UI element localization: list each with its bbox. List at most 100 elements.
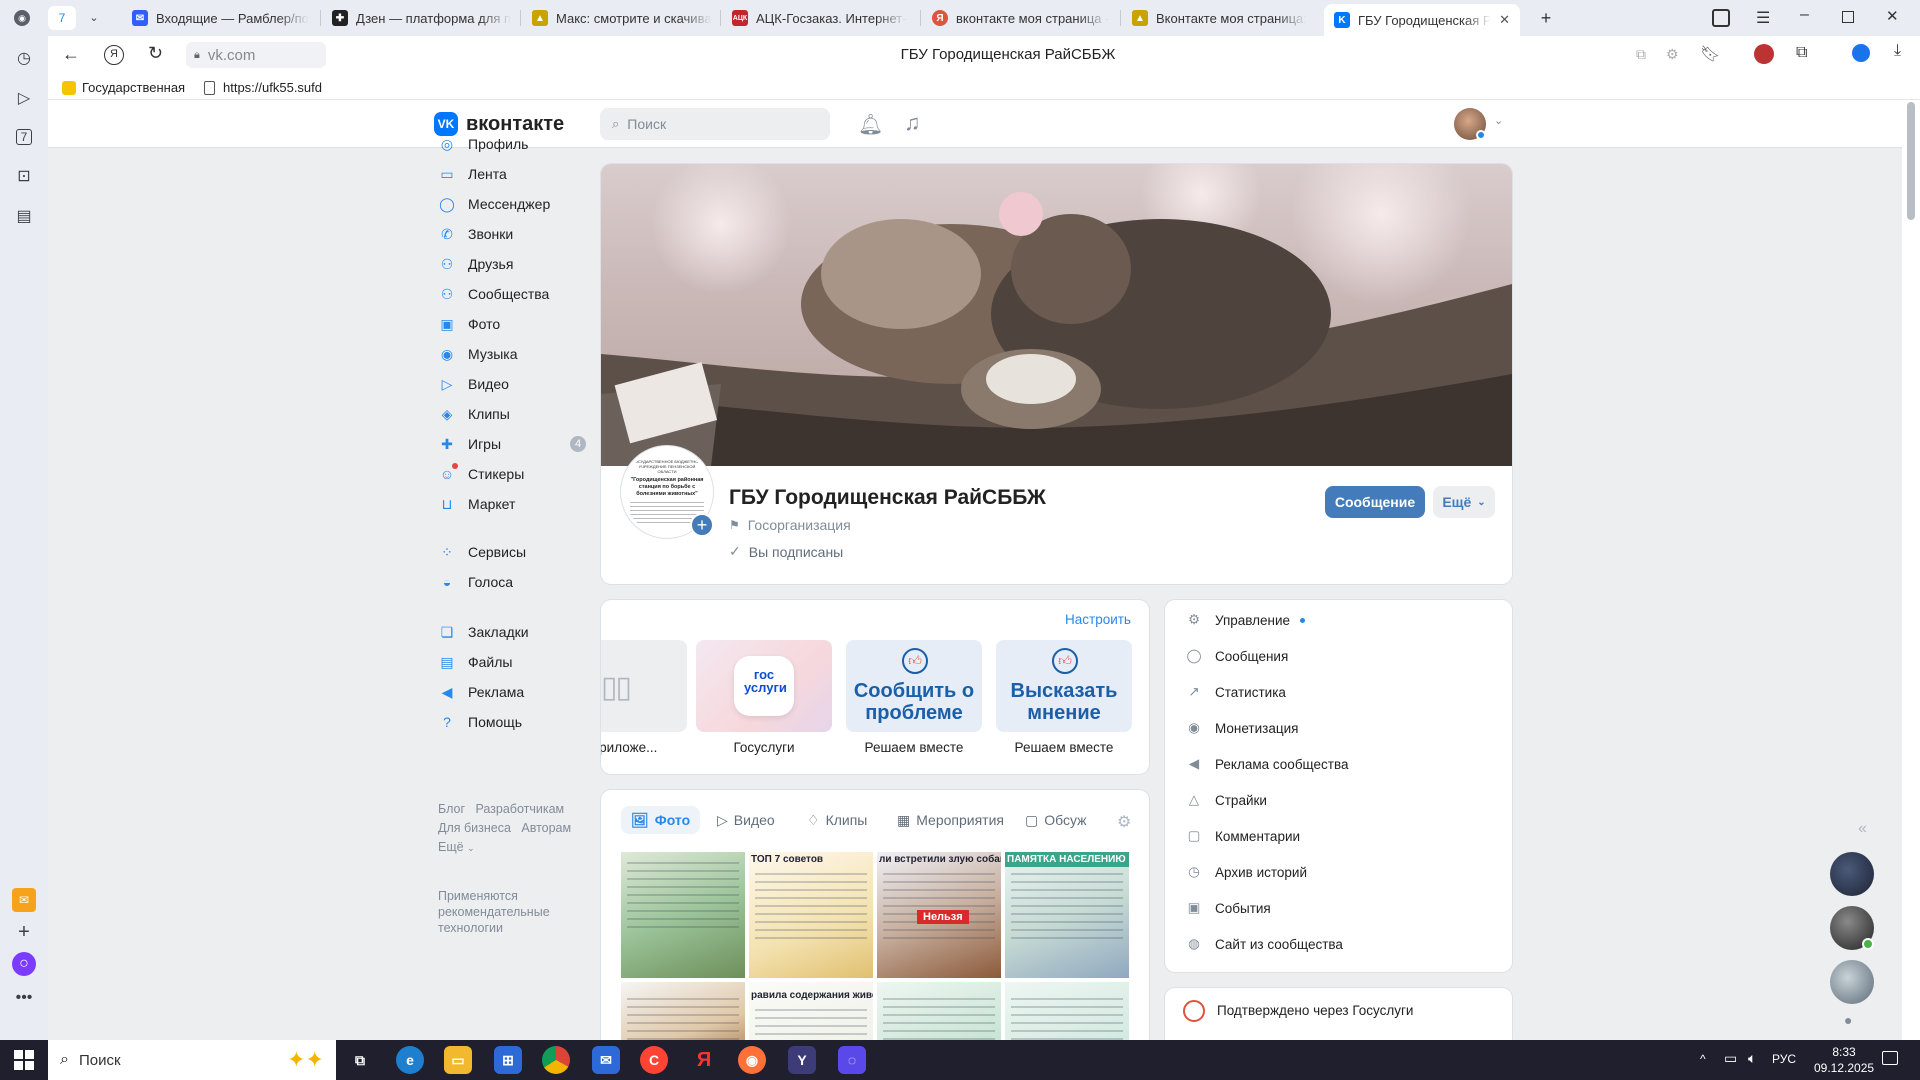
tab-list-chevron-icon[interactable]: ⌄ <box>84 8 104 28</box>
nav-item-market[interactable]: ⊔ Маркет <box>438 492 516 516</box>
manage-item-comment[interactable]: ▢ Комментарии <box>1185 824 1300 848</box>
apps-extension-icon[interactable]: ⧉ <box>1796 44 1807 62</box>
nav-item-bookmarks[interactable]: ❏ Закладки <box>438 620 529 644</box>
app-tile-gosuslugi[interactable]: гос услуги <box>696 640 832 732</box>
translate-icon[interactable]: ⧉ <box>1636 46 1646 63</box>
nav-item-stickers[interactable]: ☺ Стикеры <box>438 462 524 486</box>
minimize-icon[interactable]: – <box>1800 6 1809 24</box>
notes-icon[interactable]: ▤ <box>12 204 36 228</box>
alice-icon[interactable]: ○ <box>12 952 36 976</box>
nav-item-communities[interactable]: ⚇ Сообщества <box>438 282 550 306</box>
app-tile-about[interactable]: ▯▯ <box>601 640 687 732</box>
nav-item-video[interactable]: ▷ Видео <box>438 372 509 396</box>
tab-discussions[interactable]: ▢ Обсуж <box>1025 806 1093 834</box>
collections-icon[interactable] <box>1712 9 1730 27</box>
back-arrow-icon[interactable]: ← <box>62 44 80 65</box>
new-tab-plus-icon[interactable]: + <box>1536 8 1556 28</box>
tab-yandex-vk[interactable]: Явконтакте моя страница - <box>932 4 1112 32</box>
clock[interactable]: 8:33 09.12.2025 <box>1814 1044 1874 1076</box>
add-avatar-plus-icon[interactable]: + <box>690 513 714 537</box>
nav-item-ads[interactable]: ◀ Реклама <box>438 680 525 704</box>
add-panel-icon[interactable]: + <box>12 920 36 944</box>
profile-extension-icon[interactable] <box>1754 44 1774 64</box>
yandex-active-icon[interactable]: Y <box>788 1046 816 1074</box>
manage-item-globe[interactable]: ◍ Сайт из сообщества <box>1185 932 1343 956</box>
nav-item-profile[interactable]: ◎ Профиль <box>438 132 529 156</box>
manage-item-chat[interactable]: ◯ Сообщения <box>1185 644 1288 668</box>
extension-icon[interactable]: ⚙ <box>1666 46 1679 63</box>
yandex-home-icon[interactable]: Я <box>104 45 124 65</box>
firefox-icon[interactable]: ◉ <box>738 1046 766 1074</box>
tab-events[interactable]: ▦ Мероприятия <box>897 806 1004 834</box>
reload-icon[interactable]: ↻ <box>148 43 163 64</box>
windows-start-icon[interactable] <box>14 1050 34 1070</box>
chat-avatar[interactable] <box>1830 960 1874 1004</box>
business-link[interactable]: Для бизнеса <box>438 821 511 835</box>
tray-chevron-icon[interactable]: ^ <box>1700 1052 1706 1066</box>
app-tile-give-opinion[interactable]: 👍︎ Высказать мнение <box>996 640 1132 732</box>
app-tile-report-problem[interactable]: 👍︎ Сообщить о проблеме <box>846 640 982 732</box>
subscription-status[interactable]: ✓ Вы подписаны <box>729 543 843 560</box>
edge-icon[interactable]: e <box>396 1046 424 1074</box>
nav-item-photo[interactable]: ▣ Фото <box>438 312 500 336</box>
tab-dzen[interactable]: ✚ Дзен — платформа для п <box>332 4 512 32</box>
download-icon[interactable]: ⤓ <box>1894 42 1901 60</box>
network-icon[interactable]: ▭ <box>1724 1050 1737 1067</box>
notifications-icon[interactable] <box>1882 1051 1898 1065</box>
tab-active-vk-group[interactable]: K ГБУ Городищенская Ра ✕ <box>1324 4 1520 36</box>
photo-thumbnail[interactable]: равила содержания животн <box>749 982 873 1040</box>
messenger-app-icon[interactable]: ◌ <box>838 1046 866 1074</box>
nav-item-feed[interactable]: ▭ Лента <box>438 162 506 186</box>
task-view-icon[interactable]: ⧉ <box>346 1046 374 1074</box>
tab-clips[interactable]: ♢ Клипы <box>807 806 867 834</box>
sync-icon[interactable] <box>1852 44 1870 62</box>
photo-thumbnail[interactable]: ли встретили злую собак Нельзя <box>877 852 1001 978</box>
manage-item-megaphone[interactable]: ◀ Реклама сообщества <box>1185 752 1349 776</box>
play-icon[interactable]: ▷ <box>12 86 36 110</box>
tab-count-badge[interactable]: 7 <box>48 6 76 30</box>
tab-max[interactable]: ▲ Макс: смотрите и скачива <box>532 4 712 32</box>
nav-item-music[interactable]: ◉ Музыка <box>438 342 518 366</box>
vk-search-input[interactable]: ⌕ Поиск <box>600 108 830 140</box>
developers-link[interactable]: Разработчикам <box>475 802 564 816</box>
bell-icon[interactable]: 🔔︎ <box>858 112 883 137</box>
manage-item-warning[interactable]: △ Страйки <box>1185 788 1267 812</box>
manage-item-money[interactable]: ◉ Монетизация <box>1185 716 1298 740</box>
browser-menu-icon[interactable]: ◉ <box>14 10 30 26</box>
file-explorer-icon[interactable]: ▭ <box>444 1046 472 1074</box>
nav-item-friends[interactable]: ⚇ Друзья <box>438 252 514 276</box>
photo-thumbnail[interactable]: ТОП 7 советов <box>749 852 873 978</box>
message-button[interactable]: Сообщение <box>1325 486 1425 518</box>
manage-item-archive[interactable]: ◷ Архив историй <box>1185 860 1307 884</box>
nav-item-phone[interactable]: ✆ Звонки <box>438 222 513 246</box>
chat-avatar[interactable] <box>1830 852 1874 896</box>
nav-item-services[interactable]: ⁘ Сервисы <box>438 540 526 564</box>
bookmark-item[interactable]: Государственная <box>62 80 185 95</box>
hamburger-menu-icon[interactable]: ☰ <box>1756 8 1770 28</box>
close-window-icon[interactable]: ✕ <box>1886 7 1899 25</box>
screenshot-icon[interactable]: ⊡ <box>12 164 36 188</box>
yandex-browser-icon[interactable]: C <box>640 1046 668 1074</box>
store-icon[interactable]: ⊞ <box>494 1046 522 1074</box>
restore-icon[interactable] <box>1842 11 1854 23</box>
bookmark-item[interactable]: https://ufk55.sufd <box>204 80 322 95</box>
more-dots-icon[interactable]: ••• <box>12 986 36 1010</box>
bookmark-icon[interactable]: 🔖︎ <box>1700 44 1720 64</box>
chrome-icon[interactable] <box>542 1046 570 1074</box>
nav-item-votes[interactable]: ◒ Голоса <box>438 570 513 594</box>
url-field[interactable]: 🔒︎ vk.com <box>186 42 326 68</box>
tab-rambler[interactable]: ✉ Входящие — Рамблер/по <box>132 4 312 32</box>
history-icon[interactable]: ◷ <box>12 46 36 70</box>
configure-link[interactable]: Настроить <box>1065 612 1131 627</box>
nav-item-messenger[interactable]: ◯ Мессенджер <box>438 192 550 216</box>
collapse-chats-icon[interactable]: « <box>1858 820 1867 838</box>
taskbar-search[interactable]: ⌕ Поиск ✦✦ <box>48 1040 336 1080</box>
manage-item-gear[interactable]: ⚙ Управление <box>1185 608 1306 632</box>
nav-item-files[interactable]: ▤ Файлы <box>438 650 512 674</box>
scrollbar-thumb[interactable] <box>1907 102 1915 220</box>
manage-item-events[interactable]: ▣ События <box>1185 896 1271 920</box>
music-note-icon[interactable]: ♫ <box>904 110 921 136</box>
tab-vk-page[interactable]: ▲ Вконтакте моя страница: <box>1132 4 1312 32</box>
photo-thumbnail[interactable] <box>621 982 745 1040</box>
volume-icon[interactable]: 🔈︎ <box>1748 1050 1756 1067</box>
